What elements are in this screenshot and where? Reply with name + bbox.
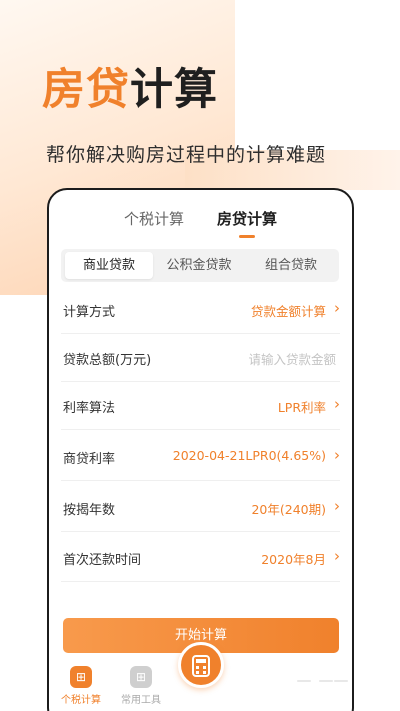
row-rate-method-value: LPR利率 <box>277 400 326 415</box>
row-first-repay[interactable]: 首次还款时间 2020年8月 › <box>61 534 340 582</box>
row-loan-total[interactable]: 贷款总额(万元) 请输入贷款金额 <box>61 334 340 382</box>
calculator-fab-icon <box>192 655 210 677</box>
row-calc-method[interactable]: 计算方式 贷款金额计算 › <box>61 286 340 334</box>
bottom-nav: ⊞ 个税计算 ⊞ 常用工具 <box>49 642 352 711</box>
row-rate-method-label: 利率算法 <box>63 401 116 416</box>
row-loan-years[interactable]: 按揭年数 20年(240期) › <box>61 484 340 532</box>
segment-combined-loan[interactable]: 组合贷款 <box>247 252 335 279</box>
row-calc-method-label: 计算方式 <box>63 305 116 320</box>
tools-grid-icon: ⊞ <box>130 666 152 688</box>
tab-tax-calc-label: 个税计算 <box>124 210 185 228</box>
tab-tax-calc[interactable]: 个税计算 <box>124 208 184 229</box>
chevron-right-icon: › <box>334 497 340 515</box>
loan-type-segmented-control: 商业贷款 公积金贷款 组合贷款 <box>61 249 339 282</box>
chevron-right-icon: › <box>334 299 340 317</box>
chevron-right-icon: › <box>334 446 340 464</box>
row-calc-method-value: 贷款金额计算 <box>250 304 326 319</box>
top-tab-bar: 个税计算 房贷计算 <box>49 208 352 238</box>
headline-rest-text: 计算 <box>130 65 218 115</box>
row-loan-total-label: 贷款总额(万元) <box>63 353 152 368</box>
row-loan-years-value: 20年(240期) <box>251 502 326 517</box>
loan-total-input[interactable]: 请输入贷款金额 <box>248 349 336 368</box>
nav-item-tax-calc-label: 个税计算 <box>61 695 101 706</box>
segment-commercial-loan[interactable]: 商业贷款 <box>65 252 153 279</box>
promo-subline: 帮你解决购房过程中的计算难题 <box>46 144 327 166</box>
row-first-repay-label: 首次还款时间 <box>63 553 142 568</box>
row-first-repay-value: 2020年8月 <box>261 552 326 567</box>
row-commercial-rate-label: 商贷利率 <box>63 452 116 467</box>
promo-headline: 房贷计算 <box>42 64 218 116</box>
nav-item-common-tools[interactable]: ⊞ 常用工具 <box>111 666 171 706</box>
calculator-fab-button[interactable] <box>178 642 224 688</box>
faded-nav-item <box>334 680 348 682</box>
nav-item-common-tools-label: 常用工具 <box>121 695 161 706</box>
tab-mortgage-calc-label: 房贷计算 <box>217 210 278 228</box>
row-commercial-rate-value: 2020-04-21LPR0(4.65%) <box>172 448 326 463</box>
row-commercial-rate[interactable]: 商贷利率 2020-04-21LPR0(4.65%) › <box>61 433 340 481</box>
active-tab-indicator <box>239 235 255 238</box>
headline-accent-text: 房贷 <box>42 65 130 115</box>
phone-frame: 个税计算 房贷计算 商业贷款 公积金贷款 组合贷款 计算方式 贷款金额计算 › … <box>47 188 354 711</box>
chevron-right-icon: › <box>334 547 340 565</box>
segment-provident-fund-loan[interactable]: 公积金贷款 <box>155 252 243 279</box>
chevron-right-icon: › <box>334 395 340 413</box>
calculator-icon: ⊞ <box>70 666 92 688</box>
nav-item-tax-calc[interactable]: ⊞ 个税计算 <box>51 666 111 706</box>
faded-nav-item <box>319 680 333 682</box>
row-loan-years-label: 按揭年数 <box>63 503 116 518</box>
row-rate-method[interactable]: 利率算法 LPR利率 › <box>61 382 340 430</box>
tab-mortgage-calc[interactable]: 房贷计算 <box>217 208 278 238</box>
faded-nav-item <box>297 680 311 682</box>
